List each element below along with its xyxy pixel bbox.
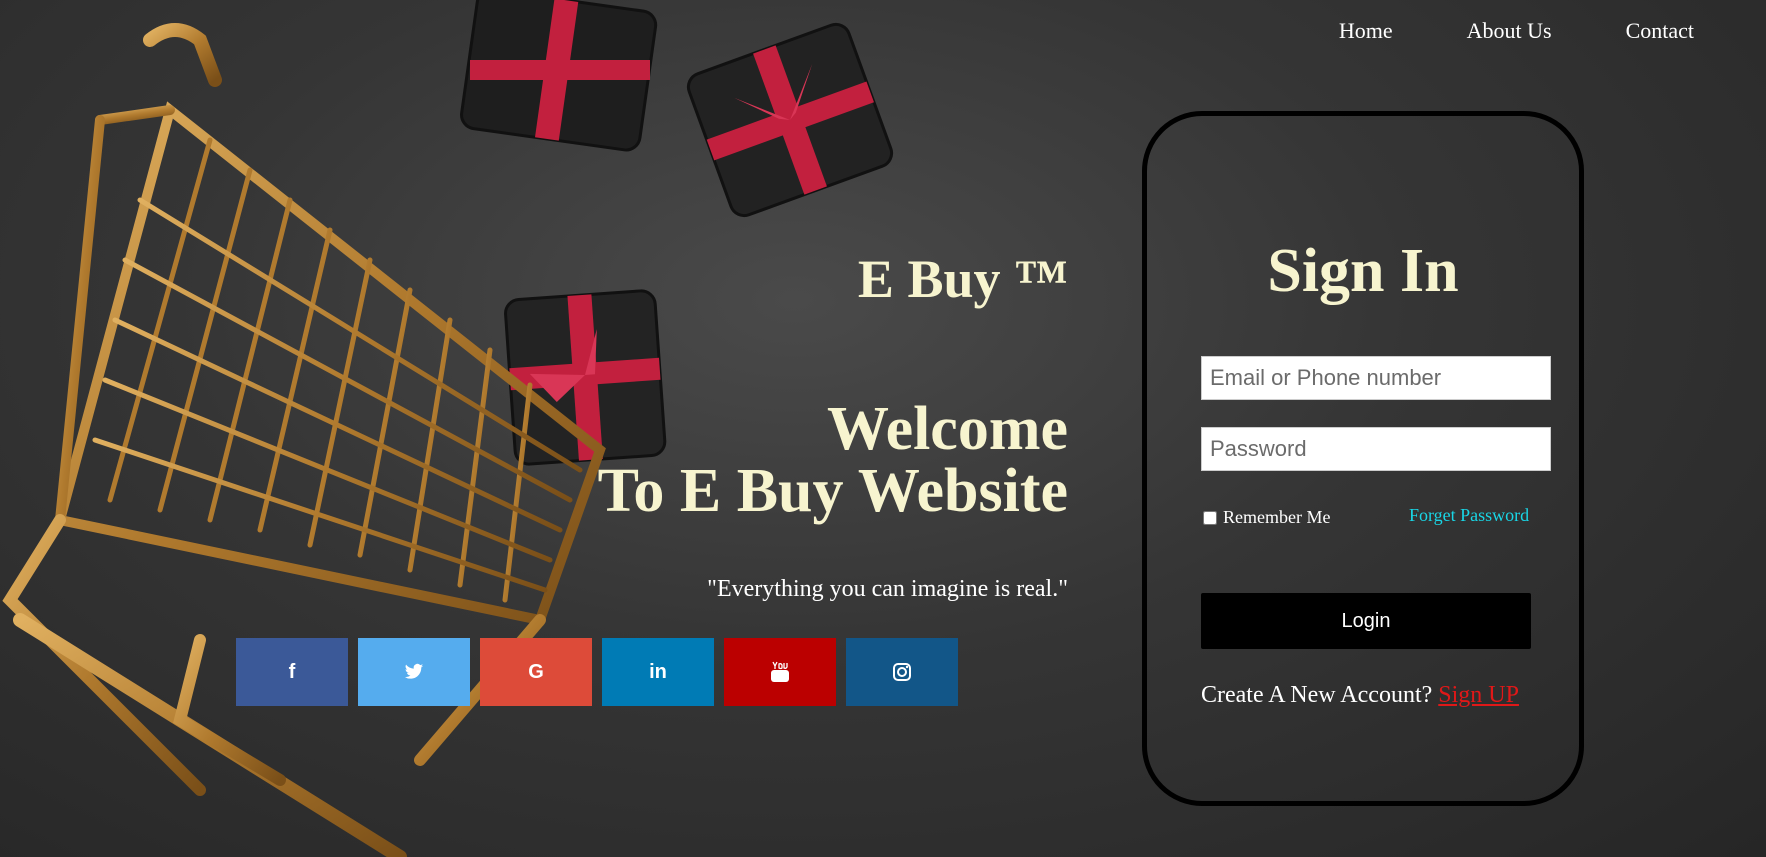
gift-box bbox=[460, 0, 658, 152]
nav-contact-link[interactable]: Contact bbox=[1626, 18, 1694, 44]
instagram-icon bbox=[893, 663, 911, 681]
forgot-password-link[interactable]: Forget Password bbox=[1409, 505, 1529, 526]
remember-me-checkbox[interactable] bbox=[1203, 510, 1217, 525]
brand-title: E Buy ™ bbox=[857, 249, 1068, 309]
nav-about-us-link[interactable]: About Us bbox=[1467, 18, 1552, 44]
welcome-heading: Welcome To E Buy Website bbox=[598, 398, 1068, 522]
top-nav: Home About Us Contact bbox=[1265, 18, 1694, 44]
google-icon: G bbox=[528, 660, 544, 683]
tagline-quote: "Everything you can imagine is real." bbox=[707, 576, 1068, 602]
youtube-icon bbox=[771, 661, 789, 682]
signin-title: Sign In bbox=[1267, 237, 1459, 305]
instagram-button[interactable] bbox=[846, 638, 958, 706]
youtube-button[interactable] bbox=[724, 638, 836, 706]
email-field[interactable] bbox=[1201, 356, 1551, 400]
gift-box bbox=[686, 22, 894, 218]
welcome-line-2: To E Buy Website bbox=[597, 457, 1068, 525]
create-account: Create A New Account? Sign UP bbox=[1201, 682, 1519, 709]
welcome-line-1: Welcome bbox=[826, 395, 1068, 463]
remember-me-label: Remember Me bbox=[1223, 507, 1331, 527]
login-button[interactable]: Login bbox=[1201, 593, 1531, 649]
signin-card: Sign In Remember Me Forget Password Logi… bbox=[1142, 111, 1584, 806]
facebook-button[interactable]: f bbox=[236, 638, 348, 706]
shopping-cart bbox=[2, 23, 606, 857]
linkedin-button[interactable]: in bbox=[602, 638, 714, 706]
twitter-button[interactable] bbox=[358, 638, 470, 706]
social-links: f G in bbox=[236, 638, 968, 706]
password-field[interactable] bbox=[1201, 427, 1551, 471]
remember-me: Remember Me bbox=[1203, 507, 1330, 528]
google-button[interactable]: G bbox=[480, 638, 592, 706]
facebook-icon: f bbox=[288, 660, 296, 683]
linkedin-icon: in bbox=[649, 660, 667, 683]
signup-link[interactable]: Sign UP bbox=[1438, 682, 1519, 708]
twitter-icon bbox=[404, 663, 424, 679]
create-account-text: Create A New Account? bbox=[1201, 682, 1433, 708]
nav-home-link[interactable]: Home bbox=[1339, 18, 1393, 44]
